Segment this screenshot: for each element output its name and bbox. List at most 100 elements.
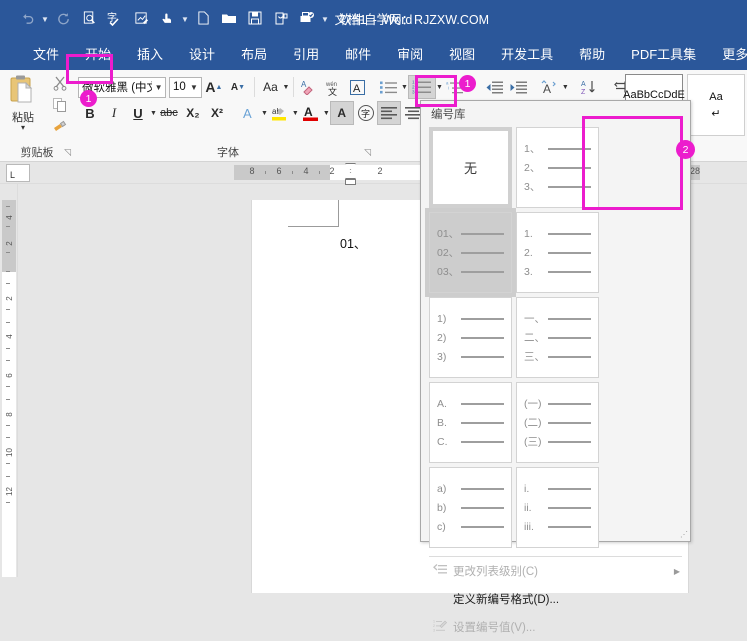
shrink-font-button[interactable]: A ▼: [226, 75, 250, 99]
menu-item-set-number-value[interactable]: 123 设置编号值(V)...: [421, 613, 690, 641]
numbering-preview-line: b): [437, 498, 504, 517]
style-card-no-spacing[interactable]: Aa ↵: [687, 74, 745, 136]
numbering-caret[interactable]: ▼: [436, 84, 443, 91]
menu-item-change-list-level[interactable]: 更改列表级别(C) ▶: [421, 557, 690, 585]
qat-custom-label: 软件自学网：RJZXW.COM: [339, 12, 489, 27]
numbering-preview-line: 3): [437, 347, 504, 366]
text-effects-caret[interactable]: ▼: [261, 110, 268, 117]
increase-indent-button[interactable]: [506, 75, 530, 99]
underline-caret[interactable]: ▼: [150, 110, 157, 117]
numbering-cell-cn-paren[interactable]: (一) (二) (三): [516, 382, 599, 463]
menu-item-define-new-number-format[interactable]: 定义新编号格式(D)...: [421, 585, 690, 613]
touch-mode-icon[interactable]: [154, 5, 180, 31]
undo-icon[interactable]: [14, 5, 40, 31]
underline-button[interactable]: U: [126, 101, 150, 125]
redo-icon[interactable]: [50, 5, 76, 31]
marker: 02、: [437, 247, 460, 259]
sort-button[interactable]: AZ: [577, 75, 601, 99]
callout-badge-1b: 1: [459, 75, 476, 92]
highlight-caret[interactable]: ▼: [292, 110, 299, 117]
font-divider-2: [293, 77, 294, 97]
superscript-button[interactable]: X²: [205, 101, 229, 125]
undo-dropdown-caret[interactable]: ▼: [40, 5, 50, 31]
tab-mailings[interactable]: 邮件: [332, 36, 384, 70]
tab-stop-selector[interactable]: L: [6, 164, 30, 182]
grow-font-button[interactable]: A ▲: [202, 75, 226, 99]
tab-more-tools[interactable]: 更多工具: [709, 36, 747, 70]
cn-layout-button[interactable]: A: [538, 75, 562, 99]
decrease-indent-button[interactable]: [482, 75, 506, 99]
numbering-gallery: 无 1、 2、 3、 01、 02、 03、 1. 2. 3. 1) 2) 3)…: [421, 127, 690, 548]
numbering-cell-none[interactable]: 无: [429, 127, 512, 208]
strikethrough-button[interactable]: abc: [157, 101, 181, 125]
tab-view[interactable]: 视图: [436, 36, 488, 70]
change-case-caret[interactable]: ▼: [282, 84, 289, 91]
marker: 2): [437, 331, 447, 344]
numbering-cell-roman-lower[interactable]: i. ii. iii.: [516, 467, 599, 548]
touch-mode-caret[interactable]: ▼: [180, 5, 190, 31]
align-left-button[interactable]: [377, 101, 401, 125]
preview-line: [461, 487, 504, 490]
tab-help[interactable]: 帮助: [566, 36, 618, 70]
resize-grip[interactable]: ⋰: [680, 530, 688, 539]
bullets-button[interactable]: [377, 75, 401, 99]
numbering-cell-arabic-dot[interactable]: 1. 2. 3.: [516, 212, 599, 293]
tab-developer[interactable]: 开发工具: [488, 36, 566, 70]
phonetic-guide-button[interactable]: wén 文: [322, 75, 346, 99]
paste-dropdown-arrow[interactable]: ▾: [21, 124, 25, 132]
numbering-cell-upper-alpha-dot[interactable]: A. B. C.: [429, 382, 512, 463]
edit-chart-icon[interactable]: [128, 5, 154, 31]
ruler-left-margin: [234, 165, 330, 180]
document-paragraph[interactable]: 01、: [340, 233, 366, 252]
spelling-check-icon[interactable]: 字: [102, 5, 128, 31]
numbering-cell-zero-padded-dun[interactable]: 01、 02、 03、: [425, 208, 516, 297]
tab-references[interactable]: 引用: [280, 36, 332, 70]
change-case-button[interactable]: Aa: [258, 75, 282, 99]
font-size-caret[interactable]: ▼: [187, 83, 201, 92]
vruler-number: 10: [5, 448, 14, 457]
format-painter-icon[interactable]: [50, 118, 70, 136]
clear-formatting-button[interactable]: A: [298, 75, 322, 99]
marker: B.: [437, 416, 447, 429]
tab-insert[interactable]: 插入: [124, 36, 176, 70]
cn-layout-caret[interactable]: ▼: [562, 84, 569, 91]
open-folder-icon[interactable]: [216, 5, 242, 31]
text-highlight-button[interactable]: ab: [268, 101, 292, 125]
numbering-cell-cn-dun[interactable]: 一、 二、 三、: [516, 297, 599, 378]
clipboard-dialog-launcher[interactable]: ◹: [64, 147, 71, 158]
font-size-combo[interactable]: 10 ▼: [169, 76, 202, 98]
text-effects-button[interactable]: A: [237, 101, 261, 125]
quick-print-icon[interactable]: [294, 5, 320, 31]
attach-icon[interactable]: [268, 5, 294, 31]
font-color-caret[interactable]: ▼: [323, 110, 330, 117]
font-name-caret[interactable]: ▼: [152, 83, 165, 92]
marker: a): [437, 482, 447, 495]
numbering-preview-line: a): [437, 479, 504, 498]
numbering-button[interactable]: 1 2 3: [407, 75, 436, 99]
numbering-cell-arabic-dun[interactable]: 1、 2、 3、: [516, 127, 599, 208]
customize-qat-caret[interactable]: ▼: [320, 5, 330, 31]
font-dialog-launcher[interactable]: ◹: [364, 147, 371, 158]
new-document-icon[interactable]: [190, 5, 216, 31]
marker: iii.: [524, 520, 534, 533]
numbering-cell-arabic-paren[interactable]: 1) 2) 3): [429, 297, 512, 378]
tab-pdf-tools[interactable]: PDF工具集: [618, 36, 709, 70]
subscript-button[interactable]: X₂: [181, 101, 205, 125]
tab-review[interactable]: 审阅: [384, 36, 436, 70]
numbering-cell-lower-alpha-paren[interactable]: a) b) c): [429, 467, 512, 548]
tab-home[interactable]: 开始: [72, 36, 124, 70]
tab-layout[interactable]: 布局: [228, 36, 280, 70]
vertical-ruler[interactable]: 4 2 2 4 6 8 10 12: [0, 184, 18, 577]
font-color-button[interactable]: A: [299, 101, 323, 125]
tab-design[interactable]: 设计: [176, 36, 228, 70]
character-shading-button[interactable]: A: [329, 101, 354, 125]
character-border-button[interactable]: A: [346, 75, 370, 99]
save-icon[interactable]: [242, 5, 268, 31]
tab-file[interactable]: 文件: [20, 36, 72, 70]
cut-icon[interactable]: [50, 74, 70, 92]
print-preview-icon[interactable]: [76, 5, 102, 31]
copy-icon[interactable]: [50, 96, 70, 114]
italic-button[interactable]: I: [102, 101, 126, 125]
bullets-caret[interactable]: ▼: [401, 84, 408, 91]
numbering-preview-line: c): [437, 517, 504, 536]
